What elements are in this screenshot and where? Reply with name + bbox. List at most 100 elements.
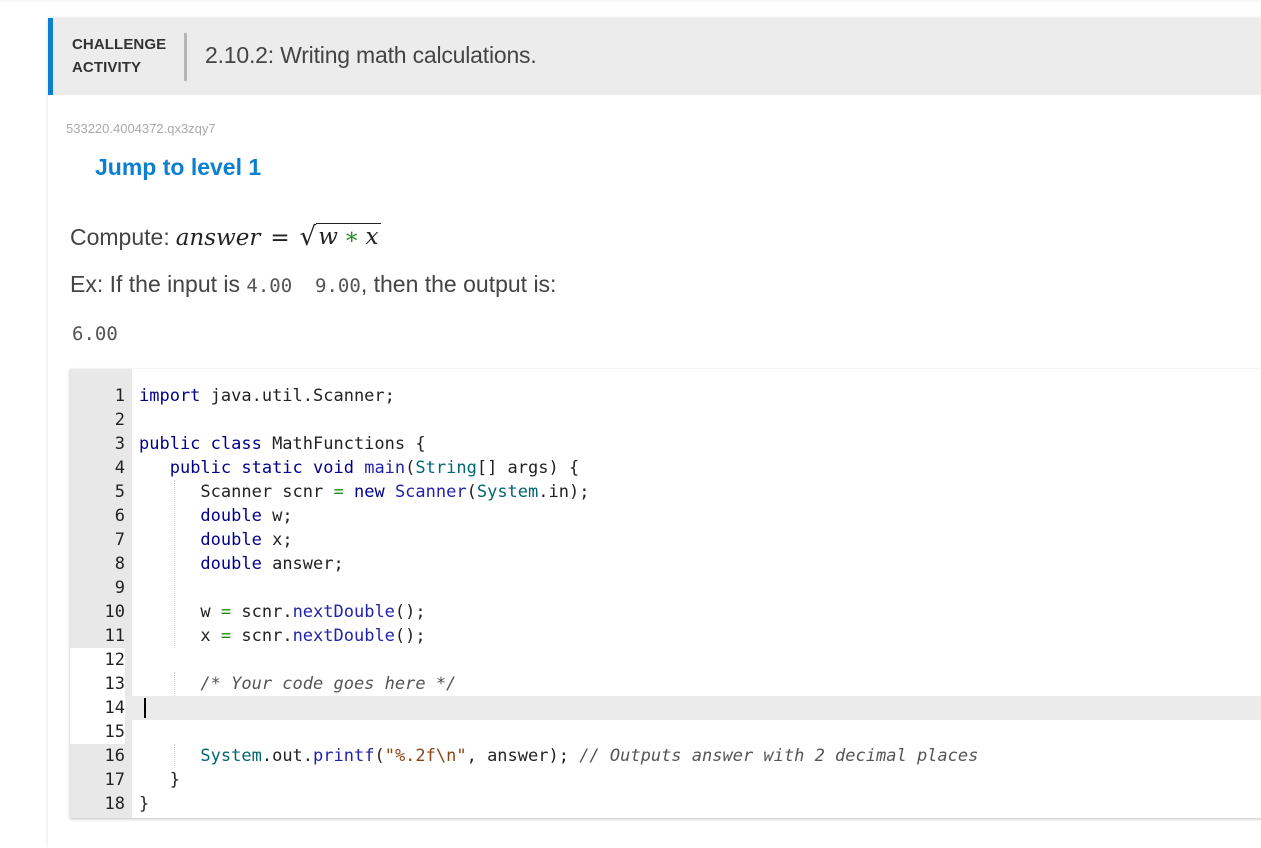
code-line-active[interactable]: 14: [70, 696, 1261, 720]
radical-sign-icon: √: [299, 222, 317, 252]
line-number: 5: [70, 480, 125, 504]
code-line: 2: [70, 408, 1261, 432]
code-token: ();: [394, 626, 426, 646]
header-divider: [184, 33, 187, 81]
code-line: 16 System.out.printf("%.2f\n", answer); …: [70, 744, 1261, 768]
math-equals: =: [270, 225, 290, 251]
code-token: /* Your code goes here */: [200, 674, 457, 694]
code-line: 3 public class MathFunctions {: [70, 432, 1261, 456]
compute-label: Compute:: [70, 224, 170, 250]
code-token: String: [415, 458, 477, 478]
indent-guide: [174, 744, 175, 768]
activity-type-line1: CHALLENGE: [72, 36, 167, 53]
activity-id: 533220.4004372.qx3zqy7: [66, 121, 216, 136]
code-line: 1 import java.util.Scanner;: [70, 384, 1261, 408]
code-line: 17 }: [70, 768, 1261, 792]
example-text: Ex: If the input is 4.00 9.00, then the …: [70, 271, 556, 298]
line-number: 13: [70, 672, 125, 696]
code-token: public static void: [169, 458, 354, 478]
line-number: 2: [70, 408, 125, 432]
indent-guide: [174, 672, 175, 696]
text-cursor: [144, 698, 146, 718]
code-token: System: [476, 482, 539, 502]
line-number: 9: [70, 576, 125, 600]
code-line: 18}: [70, 792, 1261, 816]
code-token: ();: [394, 602, 426, 622]
code-line: 6 double w;: [70, 504, 1261, 528]
example-output: 6.00: [72, 323, 118, 345]
code-line[interactable]: 13 /* Your code goes here */: [70, 672, 1261, 696]
code-token: "%.2f\n": [384, 746, 467, 766]
code-token: java.util.Scanner;: [200, 386, 395, 406]
jump-to-level-link[interactable]: Jump to level 1: [95, 154, 261, 181]
code-text: Scanner scnr = new Scanner(System.in);: [139, 480, 589, 504]
code-token: scnr.: [231, 602, 293, 622]
code-text[interactable]: [132, 696, 146, 720]
code-text: w = scnr.nextDouble();: [139, 600, 426, 624]
code-token: (: [405, 458, 416, 478]
code-line: 8 double answer;: [70, 552, 1261, 576]
square-root: √ w ∗ x: [300, 221, 381, 250]
code-token: .in);: [538, 482, 590, 502]
code-line: 10 w = scnr.nextDouble();: [70, 600, 1261, 624]
code-token: new: [353, 482, 385, 502]
example-suffix: , then the output is:: [360, 271, 557, 297]
compute-formula: Compute: answer = √ w ∗ x: [70, 221, 381, 251]
line-number: 11: [70, 624, 125, 648]
code-editor[interactable]: 1 import java.util.Scanner; 2 3 public class…: [70, 369, 1261, 818]
line-number: 10: [70, 600, 125, 624]
code-token: Scanner: [394, 482, 467, 502]
code-line[interactable]: 15: [70, 720, 1261, 744]
code-token: MathFunctions {: [261, 434, 426, 454]
code-token: =: [333, 482, 344, 502]
code-line: 5 Scanner scnr = new Scanner(System.in);: [70, 480, 1261, 504]
line-number: 18: [70, 792, 125, 816]
code-token: .out.: [261, 746, 314, 766]
activity-type-label: CHALLENGE ACTIVITY: [72, 33, 166, 79]
code-token: printf: [313, 746, 375, 766]
code-token: double: [200, 530, 262, 550]
code-token: main: [364, 458, 406, 478]
code-line: 11 x = scnr.nextDouble();: [70, 624, 1261, 648]
code-line: 7 double x;: [70, 528, 1261, 552]
line-number: 16: [70, 744, 125, 768]
line-number: 7: [70, 528, 125, 552]
activity-title: 2.10.2: Writing math calculations.: [205, 42, 537, 68]
line-number: 14: [70, 696, 125, 720]
code-token: , answer);: [466, 746, 580, 766]
code-token: x;: [261, 530, 293, 550]
code-token: Scanner scnr: [139, 482, 334, 502]
code-token: }: [139, 794, 150, 814]
code-text: public static void main(String[] args) {: [139, 456, 579, 480]
code-text: }: [139, 768, 180, 792]
line-number: 15: [70, 720, 125, 744]
code-text: double x;: [139, 528, 293, 552]
line-number: 6: [70, 504, 125, 528]
code-text[interactable]: /* Your code goes here */: [139, 672, 456, 696]
code-text: x = scnr.nextDouble();: [139, 624, 426, 648]
math-expression: answer = √ w ∗ x: [176, 221, 381, 251]
code-token: w;: [261, 506, 293, 526]
code-token: (: [466, 482, 477, 502]
indent-guide: [174, 480, 175, 648]
code-token: (: [374, 746, 385, 766]
code-token: [] args) {: [476, 458, 580, 478]
code-token: scnr.: [231, 626, 293, 646]
line-number: 12: [70, 648, 125, 672]
line-number: 17: [70, 768, 125, 792]
code-token: x: [139, 626, 221, 646]
radicand-w: w: [318, 224, 338, 250]
code-text: double answer;: [139, 552, 343, 576]
code-text: System.out.printf("%.2f\n", answer); // …: [139, 744, 978, 768]
code-token: public class: [139, 434, 262, 454]
code-text: public class MathFunctions {: [139, 432, 426, 456]
math-lhs: answer: [175, 225, 261, 251]
radicand-operator: ∗: [343, 224, 360, 250]
code-line[interactable]: 12: [70, 648, 1261, 672]
line-number: 3: [70, 432, 125, 456]
